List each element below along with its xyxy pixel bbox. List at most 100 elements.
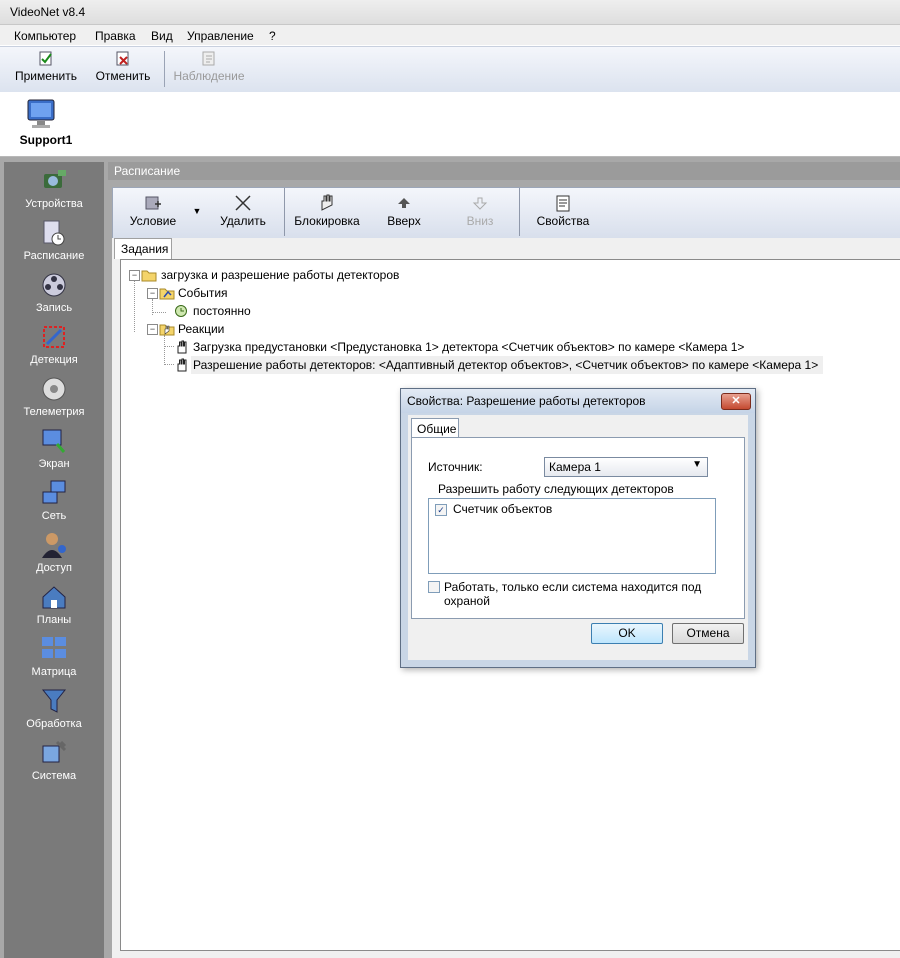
processing-icon	[41, 689, 67, 713]
move-up-label: Вверх	[387, 214, 421, 228]
nav-item-screen[interactable]: Экран	[4, 426, 104, 470]
delete-button[interactable]: Удалить	[215, 194, 271, 228]
tab-general-label: Общие	[417, 422, 457, 436]
detection-icon	[43, 326, 65, 348]
source-value: Камера 1	[549, 460, 601, 474]
hand-icon	[177, 340, 187, 354]
menu-computer[interactable]: Компьютер	[14, 29, 76, 43]
nav-item-devices[interactable]: Устройства	[4, 166, 104, 210]
tree-events-label[interactable]: События	[178, 286, 228, 300]
nav-sidebar: Устройства Расписание Запись Детекция Те…	[4, 162, 104, 958]
nav-item-plans[interactable]: Планы	[4, 582, 104, 626]
nav-label-matrix: Матрица	[31, 666, 77, 678]
cancel-button[interactable]: Отмена	[672, 623, 744, 644]
move-down-button[interactable]: Вниз	[455, 194, 505, 228]
events-expander[interactable]: −	[147, 288, 158, 299]
hand-icon	[177, 358, 187, 372]
observe-button[interactable]: Наблюдение	[172, 51, 246, 83]
folder-icon	[141, 270, 157, 282]
nav-item-system[interactable]: Система	[4, 738, 104, 782]
dialog-title-bar[interactable]: Свойства: Разрешение работы детекторов	[401, 389, 755, 413]
condition-button[interactable]: Условие	[123, 194, 183, 228]
nav-label-schedule: Расписание	[23, 250, 85, 262]
delete-label: Удалить	[220, 214, 266, 228]
menu-manage[interactable]: Управление	[187, 29, 254, 43]
reactions-folder-icon	[159, 324, 175, 336]
main-toolbar: Применить Отменить Наблюдение	[0, 46, 900, 93]
tree-reaction-item[interactable]: Загрузка предустановки <Предустановка 1>…	[193, 340, 744, 354]
tab-tasks[interactable]: Задания	[114, 238, 172, 259]
observe-icon	[202, 51, 215, 66]
nav-label-access: Доступ	[36, 562, 72, 574]
menu-help[interactable]: ?	[269, 29, 276, 43]
block-button[interactable]: Блокировка	[291, 194, 363, 228]
nav-label-record: Запись	[35, 302, 73, 314]
system-icon	[42, 740, 67, 763]
allow-detectors-label: Разрешить работу следующих детекторов	[438, 482, 674, 496]
record-icon	[42, 273, 66, 297]
apply-button[interactable]: Применить	[14, 51, 78, 83]
observe-label: Наблюдение	[173, 69, 245, 83]
tree-reactions-label[interactable]: Реакции	[178, 322, 224, 336]
menu-view[interactable]: Вид	[151, 29, 173, 43]
arrow-up-icon	[398, 198, 410, 208]
detector-label: Счетчик объектов	[453, 502, 553, 516]
dialog-body: Общие Источник: Камера 1 ▼ Разрешить раб…	[408, 415, 748, 660]
properties-dialog: Свойства: Разрешение работы детекторов ✕…	[400, 388, 756, 668]
block-label: Блокировка	[294, 214, 360, 228]
schedule-header: Расписание	[108, 162, 900, 180]
tree-event-item[interactable]: постоянно	[193, 304, 251, 318]
cancel-changes-label: Отменить	[95, 69, 151, 83]
properties-button[interactable]: Свойства	[531, 194, 595, 228]
nav-item-processing[interactable]: Обработка	[4, 686, 104, 730]
computer-item[interactable]: Support1	[6, 94, 72, 154]
computer-panel: Support1	[0, 92, 900, 157]
network-icon	[42, 480, 66, 504]
nav-label-devices: Устройства	[25, 198, 83, 210]
nav-item-network[interactable]: Сеть	[4, 478, 104, 522]
nav-item-detection[interactable]: Детекция	[4, 322, 104, 366]
computer-name: Support1	[19, 133, 73, 147]
window-title: VideoNet v8.4	[10, 5, 86, 19]
menu-edit[interactable]: Правка	[95, 29, 136, 43]
delete-icon	[235, 195, 251, 211]
apply-icon	[39, 51, 52, 66]
nav-item-matrix[interactable]: Матрица	[4, 634, 104, 678]
armed-only-checkbox[interactable]	[428, 581, 440, 593]
hand-block-icon	[321, 194, 333, 211]
close-icon[interactable]: ✕	[721, 393, 751, 410]
reactions-expander[interactable]: −	[147, 324, 158, 335]
general-tab-panel: Источник: Камера 1 ▼ Разрешить работу сл…	[411, 437, 745, 619]
condition-dropdown-arrow[interactable]: ▼	[191, 206, 203, 216]
move-up-button[interactable]: Вверх	[379, 194, 429, 228]
nav-item-access[interactable]: Доступ	[4, 530, 104, 574]
matrix-icon	[42, 637, 66, 658]
nav-label-telemetry: Телеметрия	[23, 406, 85, 418]
detector-checkbox[interactable]: ✓	[435, 504, 447, 516]
tree-line	[152, 312, 166, 313]
properties-label: Свойства	[536, 214, 590, 228]
root-expander[interactable]: −	[129, 270, 140, 281]
telemetry-icon	[42, 377, 66, 401]
tab-general[interactable]: Общие	[411, 418, 459, 438]
nav-label-screen: Экран	[38, 458, 70, 470]
nav-item-telemetry[interactable]: Телеметрия	[4, 374, 104, 418]
tree-line	[164, 346, 174, 347]
title-bar: VideoNet v8.4	[0, 0, 900, 25]
nav-item-record[interactable]: Запись	[4, 270, 104, 314]
schedule-icon	[43, 220, 65, 246]
arrow-down-icon	[472, 197, 488, 210]
apply-label: Применить	[14, 69, 77, 83]
chevron-down-icon: ▼	[692, 459, 702, 470]
ok-button[interactable]: OK	[591, 623, 663, 644]
tree-root-label[interactable]: загрузка и разрешение работы детекторов	[161, 268, 399, 282]
tree-reaction-item[interactable]: Разрешение работы детекторов: <Адаптивны…	[193, 358, 818, 372]
properties-icon	[556, 195, 570, 212]
source-select[interactable]: Камера 1 ▼	[544, 457, 708, 477]
nav-label-system: Система	[31, 770, 77, 782]
tree-line	[134, 280, 135, 332]
nav-item-schedule[interactable]: Расписание	[4, 218, 104, 262]
source-label: Источник:	[428, 460, 483, 474]
cancel-changes-button[interactable]: Отменить	[94, 51, 152, 83]
computer-monitor-icon	[27, 99, 55, 128]
